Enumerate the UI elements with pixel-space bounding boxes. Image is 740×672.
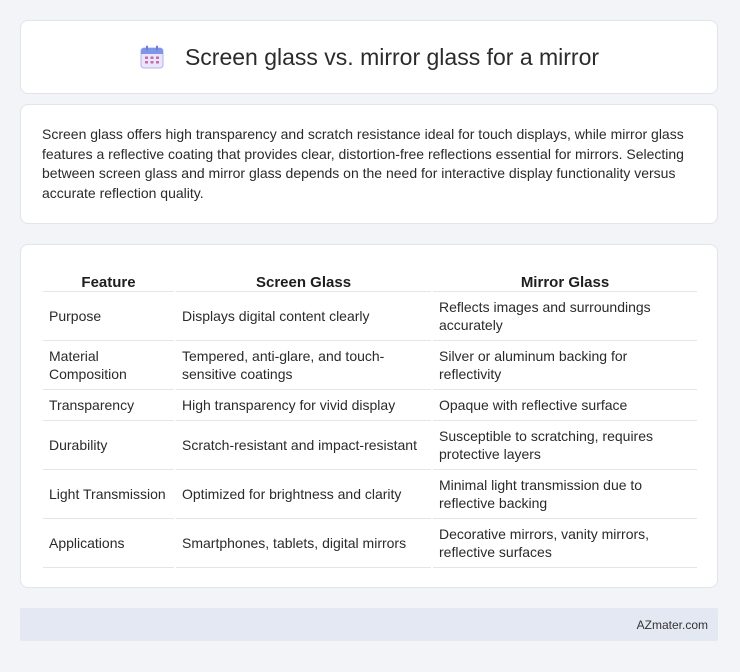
footer-site-name: AZmater.com [636,617,708,632]
intro-card: Screen glass offers high transparency an… [20,104,718,224]
row-feature: Material Composition [43,341,174,390]
table-header-row: Feature Screen Glass Mirror Glass [43,265,697,292]
intro-paragraph: Screen glass offers high transparency an… [42,126,684,201]
row-screen-glass: Displays digital content clearly [176,292,431,341]
header-screen-glass: Screen Glass [176,265,431,292]
row-mirror-glass: Susceptible to scratching, requires prot… [433,421,697,470]
row-mirror-glass: Opaque with reflective surface [433,390,697,421]
comparison-card: Feature Screen Glass Mirror Glass Purpos… [20,244,718,588]
row-screen-glass: Optimized for brightness and clarity [176,470,431,519]
row-mirror-glass: Minimal light transmission due to reflec… [433,470,697,519]
row-feature: Light Transmission [43,470,174,519]
table-row: Applications Smartphones, tablets, digit… [43,519,697,568]
row-mirror-glass: Silver or aluminum backing for reflectiv… [433,341,697,390]
table-row: Purpose Displays digital content clearly… [43,292,697,341]
page-title: Screen glass vs. mirror glass for a mirr… [184,43,600,70]
footer-bar: AZmater.com [20,608,718,641]
comparison-table: Feature Screen Glass Mirror Glass Purpos… [41,265,699,568]
header-feature: Feature [43,265,174,292]
row-screen-glass: Tempered, anti-glare, and touch-sensitiv… [176,341,431,390]
row-mirror-glass: Reflects images and surroundings accurat… [433,292,697,341]
table-row: Durability Scratch-resistant and impact-… [43,421,697,470]
calendar-icon [139,44,165,70]
row-feature: Applications [43,519,174,568]
table-row: Light Transmission Optimized for brightn… [43,470,697,519]
title-card: Screen glass vs. mirror glass for a mirr… [20,20,718,94]
table-row: Material Composition Tempered, anti-glar… [43,341,697,390]
row-feature: Transparency [43,390,174,421]
row-screen-glass: Smartphones, tablets, digital mirrors [176,519,431,568]
row-mirror-glass: Decorative mirrors, vanity mirrors, refl… [433,519,697,568]
row-screen-glass: Scratch-resistant and impact-resistant [176,421,431,470]
row-feature: Durability [43,421,174,470]
row-feature: Purpose [43,292,174,341]
row-screen-glass: High transparency for vivid display [176,390,431,421]
header-mirror-glass: Mirror Glass [433,265,697,292]
table-row: Transparency High transparency for vivid… [43,390,697,421]
